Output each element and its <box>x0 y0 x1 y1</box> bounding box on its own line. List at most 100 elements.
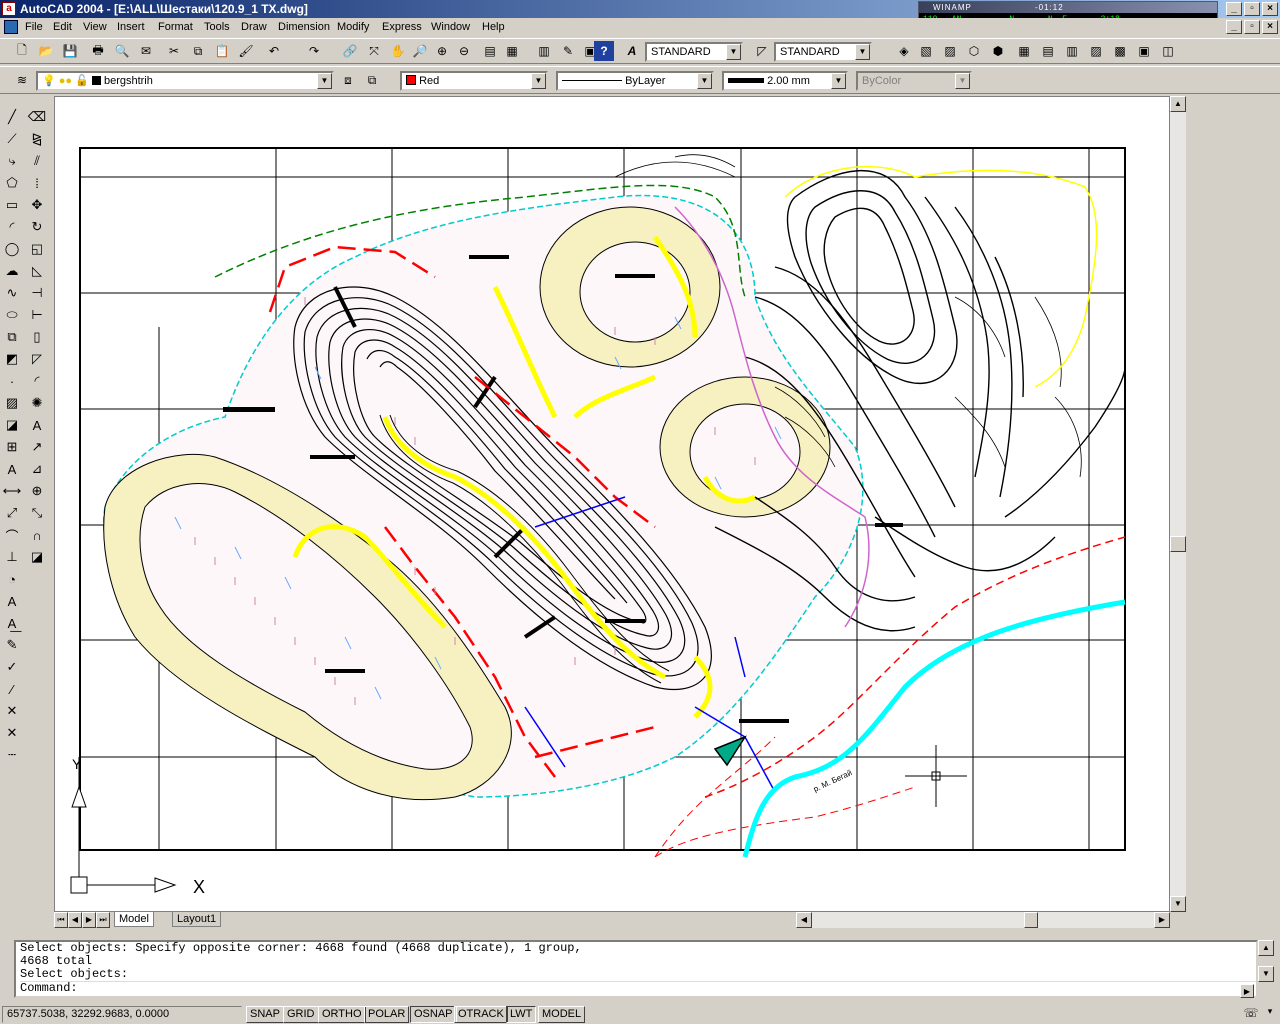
polyline-icon[interactable]: ⤷ <box>1 150 23 172</box>
open-icon[interactable]: 📂 <box>36 41 56 61</box>
point-icon[interactable]: · <box>1 370 23 392</box>
last-tab-icon[interactable]: ⏭ <box>96 912 110 928</box>
dim-aligned-icon[interactable]: ⤢ <box>1 502 23 524</box>
construction-line-icon[interactable]: ⟋ <box>1 128 23 150</box>
dim-style-select[interactable]: STANDARD ▼ <box>774 42 872 62</box>
snap-toggle[interactable]: SNAP <box>246 1006 284 1023</box>
scale-icon[interactable]: ◱ <box>26 238 48 260</box>
layer-manager-icon[interactable]: ≋ <box>12 70 32 90</box>
dim-radius-icon[interactable]: ◔ <box>1 568 23 590</box>
snap-apparent-intersection-icon[interactable]: ✕ <box>1 722 23 744</box>
next-tab-icon[interactable]: ▶ <box>82 912 96 928</box>
line-icon[interactable]: ╱ <box>1 106 23 128</box>
hyperlink-icon[interactable]: 🔗 <box>340 41 360 61</box>
menu-format[interactable]: Format <box>158 21 193 33</box>
ellipse-icon[interactable]: ⬭ <box>1 304 23 326</box>
text-icon[interactable]: A <box>1 590 23 612</box>
design-center-icon[interactable]: ▦ <box>502 41 522 61</box>
explode-icon[interactable]: ✺ <box>26 392 48 414</box>
scroll-left-icon[interactable]: ◀ <box>796 912 812 928</box>
hscroll-thumb[interactable] <box>1024 912 1038 928</box>
menu-view[interactable]: View <box>83 21 107 33</box>
express-tool-5-icon[interactable]: ▩ <box>1110 41 1130 61</box>
express-tool-7-icon[interactable]: ◫ <box>1158 41 1178 61</box>
erase-icon[interactable]: ⌫ <box>26 106 48 128</box>
help-icon[interactable]: ? <box>594 41 614 61</box>
command-history[interactable]: Select objects: Specify opposite corner:… <box>14 940 1258 998</box>
app-minimize-button[interactable]: _ <box>1226 2 1242 16</box>
menu-tools[interactable]: Tools <box>204 21 230 33</box>
express-tool-2-icon[interactable]: ▤ <box>1038 41 1058 61</box>
drawing-area[interactable]: р. М. Бегай X Y <box>54 96 1170 912</box>
menu-insert[interactable]: Insert <box>117 21 145 33</box>
menu-edit[interactable]: Edit <box>53 21 72 33</box>
express-tool-6-icon[interactable]: ▣ <box>1134 41 1154 61</box>
rotate-icon[interactable]: ↻ <box>26 216 48 238</box>
express-draw-icon[interactable]: ⬢ <box>988 41 1008 61</box>
lineweight-select[interactable]: 2.00 mm ▼ <box>722 71 848 91</box>
plot-preview-icon[interactable]: 🔍 <box>112 41 132 61</box>
move-icon[interactable]: ✥ <box>26 194 48 216</box>
tab-model[interactable]: Model <box>114 912 154 927</box>
grid-toggle[interactable]: GRID <box>283 1006 319 1023</box>
circle-icon[interactable]: ◯ <box>1 238 23 260</box>
scroll-up-icon[interactable]: ▲ <box>1170 96 1186 112</box>
extend-icon[interactable]: ⊢ <box>26 304 48 326</box>
rectangle-icon[interactable]: ▭ <box>1 194 23 216</box>
stretch-icon[interactable]: ◺ <box>26 260 48 282</box>
revision-cloud-icon[interactable]: ☁ <box>1 260 23 282</box>
text-style-select[interactable]: STANDARD ▼ <box>645 42 743 62</box>
doc-restore-button[interactable]: ▫ <box>1244 20 1260 34</box>
hatch-icon[interactable]: ▨ <box>1 392 23 414</box>
command-prompt[interactable]: Command: <box>20 981 1256 995</box>
spell-check-icon[interactable]: ✓ <box>1 656 23 678</box>
express-tool-4-icon[interactable]: ▨ <box>1086 41 1106 61</box>
prev-tab-icon[interactable]: ◀ <box>68 912 82 928</box>
new-icon[interactable]: 🗋 <box>12 41 32 61</box>
make-object-layer-current-icon[interactable]: ⧈ <box>338 70 358 90</box>
linetype-select[interactable]: ByLayer ▼ <box>556 71 714 91</box>
snap-extension-icon[interactable]: ┄ <box>1 744 23 766</box>
lwt-toggle[interactable]: LWT <box>506 1006 537 1023</box>
first-tab-icon[interactable]: ⏮ <box>54 912 68 928</box>
document-icon[interactable] <box>4 20 18 34</box>
communication-center-icon[interactable]: ☏ <box>1242 1006 1260 1023</box>
paste-icon[interactable]: 📋 <box>212 41 232 61</box>
chamfer-icon[interactable]: ◸ <box>26 348 48 370</box>
redo-icon[interactable]: ↷ <box>304 41 324 61</box>
make-block-icon[interactable]: ◩ <box>1 348 23 370</box>
menu-file[interactable]: File <box>25 21 43 33</box>
spline-icon[interactable]: ∿ <box>1 282 23 304</box>
break-icon[interactable]: ▯ <box>26 326 48 348</box>
menu-draw[interactable]: Draw <box>241 21 267 33</box>
dim-linear-icon[interactable]: ⟷ <box>1 480 23 502</box>
tool-palettes-icon[interactable]: ▥ <box>534 41 554 61</box>
mtext-icon[interactable]: A <box>1 458 23 480</box>
mirror-icon[interactable]: ⧎ <box>26 128 48 150</box>
scroll-thumb[interactable] <box>1170 536 1186 552</box>
model-toggle[interactable]: MODEL <box>538 1006 586 1023</box>
quick-leader-icon[interactable]: ↗ <box>26 436 48 458</box>
doc-minimize-button[interactable]: _ <box>1226 20 1242 34</box>
express-layer-icon[interactable]: ◈ <box>894 41 914 61</box>
ortho-toggle[interactable]: ORTHO <box>318 1006 366 1023</box>
tolerance-icon[interactable]: ⊿ <box>26 458 48 480</box>
array-icon[interactable]: ⁞ <box>26 172 48 194</box>
otrack-toggle[interactable]: OTRACK <box>454 1006 508 1023</box>
menu-help[interactable]: Help <box>482 21 505 33</box>
cmd-scroll-down-icon[interactable]: ▼ <box>1258 966 1274 982</box>
table-icon[interactable]: ⊞ <box>1 436 23 458</box>
track-icon[interactable]: ⤧ <box>364 41 384 61</box>
zoom-window-icon[interactable]: ⊕ <box>432 41 452 61</box>
cmd-scroll-right-icon[interactable]: ▶ <box>1240 984 1254 998</box>
express-block-icon[interactable]: ▧ <box>916 41 936 61</box>
zoom-previous-icon[interactable]: ⊖ <box>454 41 474 61</box>
dim-update-icon[interactable]: ◪ <box>26 546 48 568</box>
save-icon[interactable]: 💾 <box>60 41 80 61</box>
dim-ordinate-icon[interactable]: ⊥ <box>1 546 23 568</box>
zoom-realtime-icon[interactable]: 🔎 <box>410 41 430 61</box>
text-style-icon[interactable]: A <box>622 41 642 61</box>
fillet-icon[interactable]: ◜ <box>26 370 48 392</box>
menu-dimension[interactable]: Dimension <box>278 21 330 33</box>
menu-modify[interactable]: Modify <box>337 21 369 33</box>
